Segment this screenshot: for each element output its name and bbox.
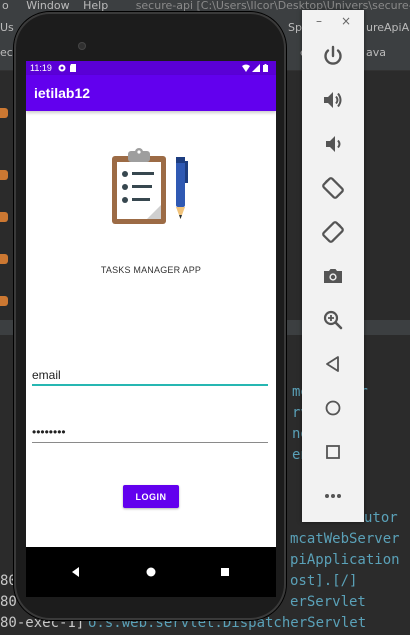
power-button[interactable]	[321, 44, 345, 68]
console-line: piApplication	[290, 552, 400, 568]
nav-overview-icon[interactable]	[217, 564, 233, 580]
app-name-label: TASKS MANAGER APP	[100, 265, 202, 275]
navigation-bar	[26, 547, 276, 597]
nav-home-icon[interactable]	[143, 564, 159, 580]
front-camera	[78, 42, 86, 50]
password-input[interactable]	[32, 423, 268, 441]
zoom-button[interactable]	[321, 308, 345, 332]
password-underline	[32, 442, 268, 443]
ide-tab-fragment[interactable]: ureApiA	[366, 19, 409, 37]
emulator-titlebar: – ×	[302, 10, 364, 36]
app-title: ietilab12	[34, 85, 91, 101]
status-bar: 11:19	[26, 61, 276, 75]
overview-icon	[326, 445, 340, 459]
signal-icon	[252, 64, 260, 72]
email-input[interactable]	[32, 366, 268, 384]
rotate-right-button[interactable]	[321, 220, 345, 244]
rotate-left-icon	[322, 177, 344, 199]
home-icon	[325, 400, 341, 416]
notification-icon	[58, 64, 66, 72]
wifi-icon	[242, 64, 250, 72]
gutter-marker	[0, 212, 8, 222]
status-time: 11:19	[30, 63, 52, 73]
gutter-marker	[0, 170, 8, 180]
rotate-right-icon	[322, 221, 344, 243]
volume-up-icon	[324, 92, 342, 108]
screenshot-button[interactable]	[321, 264, 345, 288]
phone-screen: 11:19 ietilab12 TASKS MANAGER APP email …	[26, 61, 276, 597]
nav-back-icon[interactable]	[68, 564, 84, 580]
gutter-marker	[0, 108, 8, 118]
back-icon	[326, 356, 339, 372]
more-icon	[325, 494, 341, 498]
menu-window[interactable]: Window	[26, 0, 69, 12]
volume-down-button[interactable]	[321, 132, 345, 156]
app-bar: ietilab12	[26, 75, 276, 111]
zoom-icon	[323, 310, 343, 330]
ide-tab-fragment[interactable]: ava	[366, 44, 386, 62]
email-field[interactable]	[32, 366, 268, 386]
power-icon	[324, 45, 342, 65]
back-button[interactable]	[321, 352, 345, 376]
console-line: ost].[/]	[290, 573, 358, 589]
minimize-button[interactable]: –	[312, 14, 326, 28]
console-line: mcatWebServer	[290, 531, 400, 547]
sd-card-icon	[70, 64, 76, 72]
password-field[interactable]	[32, 423, 268, 443]
battery-icon	[263, 64, 268, 72]
console-line: erServlet	[290, 594, 366, 610]
gutter-marker	[0, 296, 8, 306]
login-button[interactable]: LOGIN	[123, 485, 179, 508]
close-button[interactable]: ×	[339, 14, 353, 28]
gutter-marker	[0, 254, 8, 264]
volume-up-button[interactable]	[321, 88, 345, 112]
more-button[interactable]	[321, 484, 345, 508]
email-underline	[32, 384, 268, 386]
menu-help[interactable]: Help	[83, 0, 108, 12]
camera-icon	[324, 269, 342, 283]
console-line: utor	[364, 510, 398, 526]
home-button[interactable]	[321, 396, 345, 420]
volume-down-icon	[326, 136, 341, 152]
ide-tab-fragment[interactable]: Sp	[288, 19, 302, 37]
overview-button[interactable]	[321, 440, 345, 464]
emulator-toolbar: – ×	[302, 10, 364, 522]
rotate-left-button[interactable]	[321, 176, 345, 200]
clipboard-logo-icon	[112, 148, 188, 224]
ide-path: secure-api [C:\Users\Ilcor\Desktop\Unive…	[135, 0, 410, 12]
